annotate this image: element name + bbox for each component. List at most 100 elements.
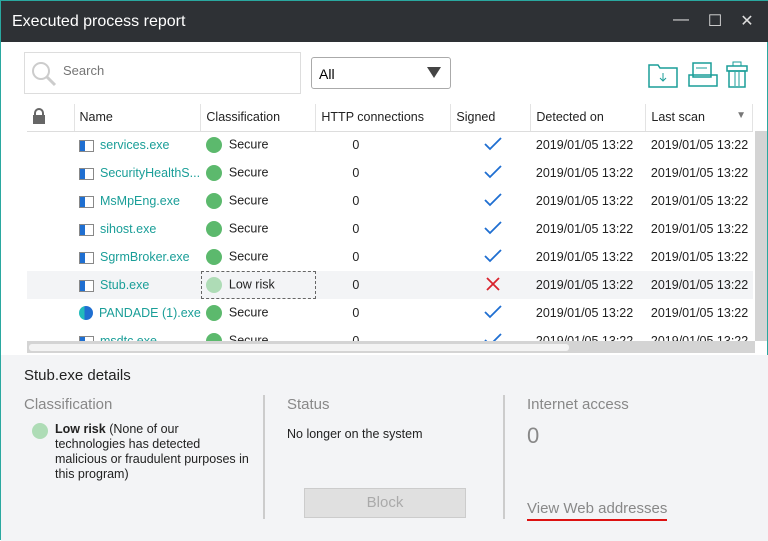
- column-name[interactable]: Name: [74, 104, 202, 132]
- signed-cell: [450, 271, 531, 299]
- table-row[interactable]: SgrmBroker.exe Secure 0 2019/01/05 13:22 201…: [27, 243, 753, 271]
- column-http[interactable]: HTTP connections: [315, 104, 452, 132]
- last-scan-cell: 2019/01/05 13:22: [650, 222, 749, 236]
- signed-cell: [451, 187, 531, 215]
- app-window-icon: [79, 195, 94, 208]
- column-detected[interactable]: Detected on: [530, 104, 647, 132]
- http-cell: 0: [352, 194, 360, 208]
- lock-cell: [27, 187, 74, 215]
- table-row[interactable]: PANDADE (1).exe Secure 0 2019/01/05 13:22 20…: [27, 299, 753, 327]
- divider: [263, 395, 265, 519]
- name-cell[interactable]: PANDADE (1).exe: [74, 299, 201, 327]
- http-cell: 0: [315, 271, 451, 299]
- check-icon: [484, 248, 503, 262]
- http-cell: 0: [352, 166, 360, 180]
- classification-dot-icon: [205, 305, 222, 321]
- table-row[interactable]: Stub.exe Low risk 0 2019/01/05 13:22 2019/01…: [27, 271, 753, 299]
- process-table: Name Classification HTTP connections Sig…: [27, 104, 753, 353]
- check-icon: [484, 304, 503, 318]
- status-label: Status: [287, 396, 330, 413]
- check-icon: [484, 192, 503, 206]
- name-cell[interactable]: SecurityHealthS...: [74, 159, 201, 187]
- check-icon: [484, 220, 503, 234]
- view-web-addresses-link[interactable]: View Web addresses: [527, 500, 668, 521]
- classification-dot-icon: [205, 137, 222, 154]
- detected-cell: 2019/01/05 13:22: [535, 166, 634, 180]
- search-icon: [32, 62, 57, 87]
- window-title: Executed process report: [12, 13, 186, 30]
- lock-cell: [27, 131, 74, 159]
- details-title: Stub.exe details: [24, 367, 131, 384]
- classification-cell: Secure: [201, 159, 316, 187]
- last-scan-cell: 2019/01/05 13:22: [645, 271, 753, 299]
- name-cell[interactable]: MsMpEng.exe: [74, 187, 201, 215]
- column-signed[interactable]: Signed: [450, 104, 532, 132]
- http-cell: 0: [352, 222, 360, 236]
- classification-cell: Secure: [201, 215, 316, 243]
- check-icon: [484, 137, 503, 151]
- filter-select[interactable]: All: [311, 57, 451, 89]
- signed-cell: [451, 159, 531, 187]
- signed-cell: [451, 215, 531, 243]
- table-row[interactable]: MsMpEng.exe Secure 0 2019/01/05 13:22 2019/0…: [27, 187, 753, 215]
- close-button[interactable]: ✕: [737, 11, 757, 31]
- lock-cell: [27, 271, 74, 299]
- classification-dot-icon: [205, 221, 222, 237]
- name-cell[interactable]: sihost.exe: [74, 215, 201, 243]
- minimize-button[interactable]: —: [671, 11, 691, 29]
- block-button[interactable]: Block: [304, 488, 466, 518]
- panda-app-icon: [79, 306, 93, 321]
- maximize-button[interactable]: ☐: [705, 11, 725, 31]
- detected-cell: 2019/01/05 13:22: [535, 250, 634, 264]
- title-bar: Executed process report — ☐ ✕: [1, 1, 768, 42]
- classification-dot-icon: [205, 249, 222, 265]
- classification-dot-icon: [205, 165, 222, 181]
- classification-cell: Secure: [201, 299, 316, 327]
- internet-access-count: 0: [527, 423, 540, 448]
- details-panel: Stub.exe details Classification Low risk…: [1, 355, 768, 541]
- divider: [503, 395, 505, 519]
- classification-description: Low risk (None of our technologies has d…: [55, 422, 249, 481]
- search-input[interactable]: [63, 63, 283, 78]
- sort-desc-icon: ▼: [736, 110, 746, 122]
- column-last-scan[interactable]: Last scan ▼: [645, 104, 753, 132]
- print-icon[interactable]: [687, 61, 719, 89]
- search-box[interactable]: [24, 52, 301, 94]
- http-cell: 0: [352, 250, 360, 264]
- export-folder-icon[interactable]: [647, 61, 679, 89]
- lock-cell: [27, 215, 74, 243]
- detected-cell: 2019/01/05 13:22: [535, 194, 634, 208]
- last-scan-cell: 2019/01/05 13:22: [650, 250, 749, 264]
- name-cell[interactable]: Stub.exe: [74, 271, 201, 299]
- low-risk-dot-icon: [32, 423, 48, 439]
- table-row[interactable]: services.exe Secure 0 2019/01/05 13:22 2019/…: [27, 131, 753, 159]
- column-classification[interactable]: Classification: [200, 104, 317, 132]
- table-row[interactable]: SecurityHealthS... Secure 0 2019/01/05 13:2…: [27, 159, 753, 187]
- last-scan-cell: 2019/01/05 13:22: [650, 306, 749, 320]
- delete-icon[interactable]: [725, 61, 749, 89]
- classification-label: Classification: [24, 396, 113, 413]
- internet-access-label: Internet access: [527, 396, 629, 413]
- classification-cell: Secure: [201, 131, 316, 159]
- lock-cell: [27, 243, 74, 271]
- vertical-scrollbar[interactable]: [755, 131, 767, 341]
- name-cell[interactable]: SgrmBroker.exe: [74, 243, 201, 271]
- app-window-icon: [79, 223, 94, 236]
- classification-cell: Secure: [201, 243, 316, 271]
- detected-cell: 2019/01/05 13:22: [535, 138, 634, 153]
- app-window-icon: [79, 139, 94, 152]
- detected-cell: 2019/01/05 13:22: [530, 271, 646, 299]
- detected-cell: 2019/01/05 13:22: [535, 306, 634, 320]
- filter-value: All: [319, 66, 335, 82]
- lock-column[interactable]: [27, 104, 75, 132]
- scroll-thumb[interactable]: [29, 344, 569, 351]
- table-row[interactable]: sihost.exe Secure 0 2019/01/05 13:22 2019/01…: [27, 215, 753, 243]
- signed-cell: [451, 299, 531, 327]
- lock-icon: [33, 107, 45, 124]
- classification-dot-icon: [205, 193, 222, 209]
- name-cell[interactable]: services.exe: [74, 131, 201, 159]
- app-window-icon: [79, 279, 94, 292]
- horizontal-scrollbar[interactable]: [27, 341, 755, 353]
- process-grid: Name Classification HTTP connections Sig…: [1, 101, 768, 353]
- cross-icon: [486, 276, 501, 291]
